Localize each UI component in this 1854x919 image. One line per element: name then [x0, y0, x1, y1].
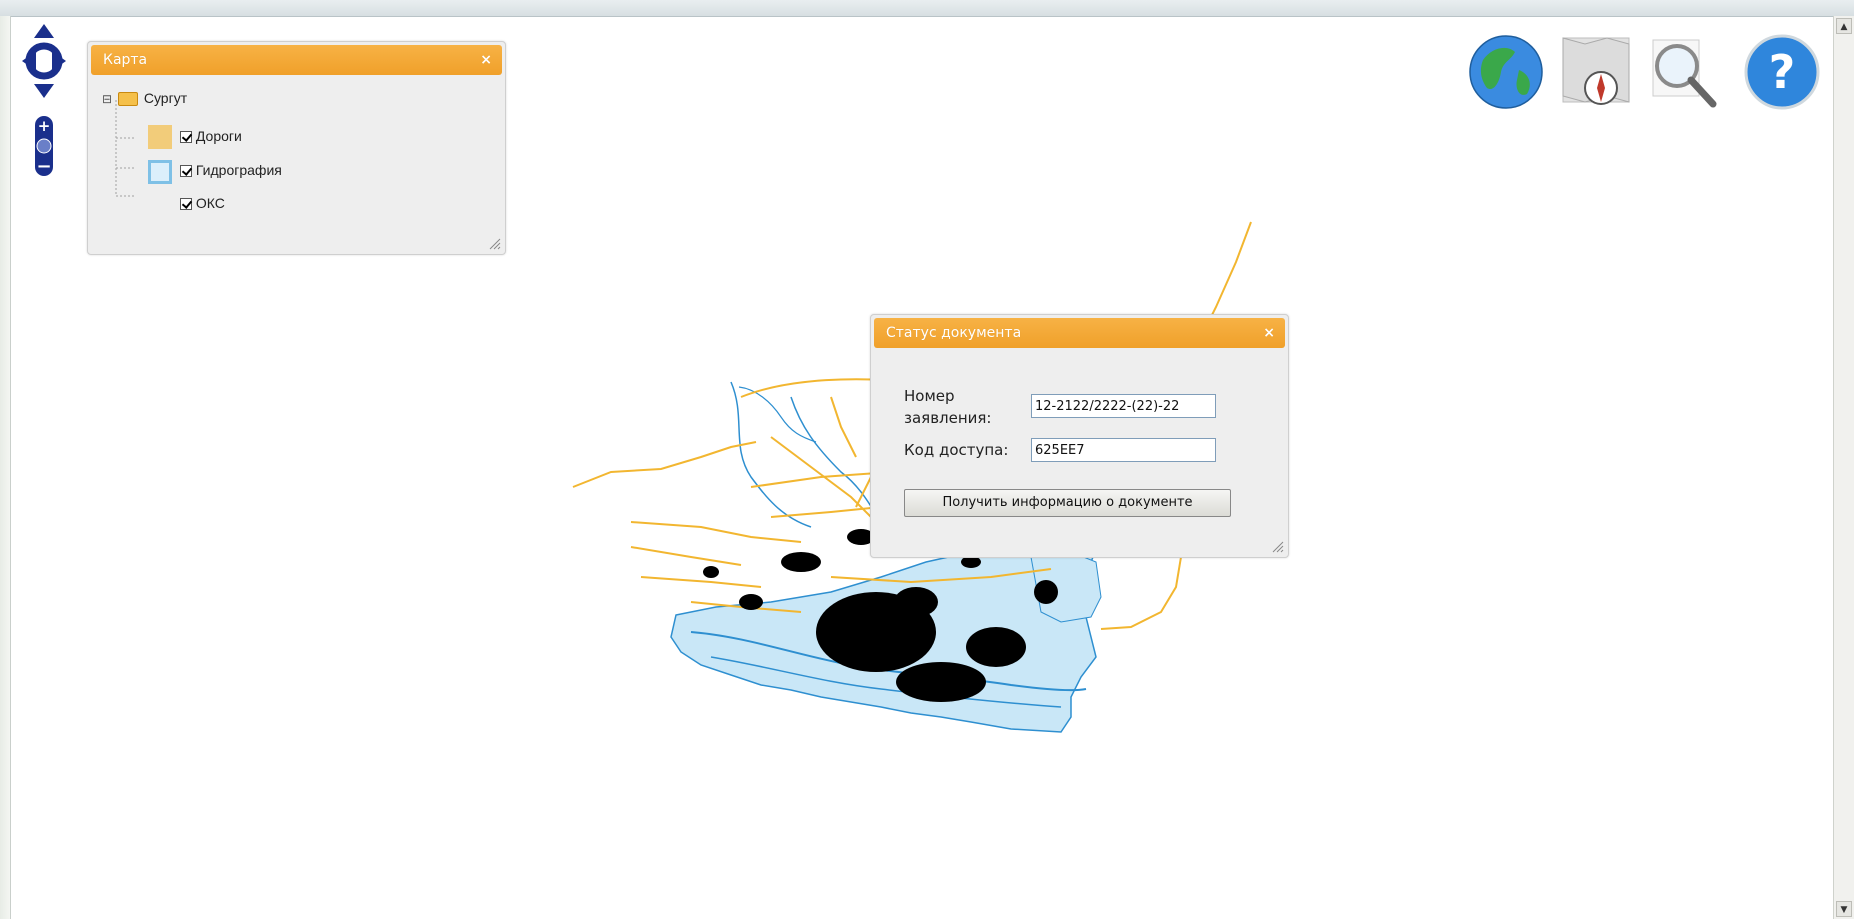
globe-button[interactable] — [1467, 30, 1545, 114]
map-compass-icon — [1562, 37, 1630, 105]
tree-root-label: Сургут — [143, 90, 188, 106]
access-code-field[interactable] — [1031, 438, 1216, 462]
pan-zoom-graphic: + − — [22, 24, 66, 177]
zoom-control: + − — [35, 116, 53, 177]
help-button[interactable]: ? — [1743, 30, 1821, 114]
layer-panel-close-icon[interactable]: × — [480, 45, 492, 75]
building-cluster-east-2 — [1034, 580, 1058, 604]
search-button[interactable] — [1645, 30, 1723, 114]
layer-panel-title: Карта — [103, 52, 148, 68]
road-southeast-highway — [1100, 556, 1182, 630]
oks-layer-label: ОКС — [195, 195, 225, 211]
tree-root-sургут[interactable]: ⊟ Сургут — [102, 90, 188, 107]
hydrography-layer-label: Гидрография — [195, 162, 282, 178]
road-west-highway — [572, 441, 757, 488]
layer-item-hydrography[interactable]: Гидрография — [180, 162, 282, 178]
application-number-label-line2: заявления: — [904, 409, 992, 427]
application-number-field[interactable] — [1031, 394, 1216, 418]
scroll-down-arrow-icon[interactable]: ▼ — [1836, 901, 1852, 917]
pan-control[interactable] — [22, 24, 66, 98]
building-cluster-south — [896, 662, 986, 702]
window-left-frame — [0, 16, 11, 919]
hydrography-legend-swatch — [148, 160, 172, 184]
river-north-tributary-2 — [790, 396, 882, 523]
map-navigation-button[interactable] — [1557, 30, 1635, 114]
building-cluster-north — [781, 552, 821, 572]
road-north-tributary — [830, 396, 857, 458]
svg-text:?: ? — [1769, 45, 1796, 99]
zoom-world-icon[interactable] — [36, 138, 52, 154]
road-west-grid — [630, 521, 802, 543]
pan-zoom-control: + − — [22, 24, 66, 184]
get-document-info-button[interactable]: Получить информацию о документе — [904, 489, 1231, 517]
help-icon: ? — [1744, 34, 1820, 110]
building-cluster-east — [966, 627, 1026, 667]
globe-icon — [1469, 35, 1543, 109]
layer-item-oks[interactable]: ОКС — [180, 195, 225, 211]
magnifier-icon — [1652, 39, 1717, 108]
application-number-label-line1: Номер — [904, 387, 955, 405]
oks-checkbox[interactable] — [180, 198, 192, 211]
document-status-header[interactable]: Статус документа × — [874, 318, 1285, 348]
road-west-grid-2 — [630, 546, 742, 566]
window-top-frame — [0, 0, 1854, 17]
roads-legend-swatch — [148, 125, 172, 149]
document-status-title: Статус документа — [886, 325, 1022, 341]
building-cluster-mid — [894, 587, 938, 617]
document-status-dialog: Статус документа × Номер заявления: Код … — [870, 314, 1289, 558]
document-status-close-icon[interactable]: × — [1263, 318, 1275, 348]
hydrography-checkbox[interactable] — [180, 165, 192, 178]
building-cluster-nw — [703, 566, 719, 578]
application-number-label: Номер заявления: — [904, 385, 991, 429]
roads-checkbox[interactable] — [180, 131, 192, 144]
layer-item-roads[interactable]: Дороги — [180, 128, 242, 144]
resize-grip-icon[interactable] — [489, 238, 501, 250]
pan-up-arrow-icon[interactable] — [34, 24, 54, 38]
scroll-up-arrow-icon[interactable]: ▲ — [1836, 18, 1852, 34]
layer-panel-header[interactable]: Карта × — [91, 45, 502, 75]
pan-down-arrow-icon[interactable] — [34, 84, 54, 98]
river-northwest-stream — [738, 386, 817, 443]
roads-layer-label: Дороги — [195, 128, 242, 144]
folder-open-icon — [117, 92, 138, 107]
resize-grip-icon[interactable] — [1272, 541, 1284, 553]
zoom-out-icon[interactable]: − — [36, 156, 51, 177]
building-cluster-west — [739, 594, 763, 610]
vertical-scrollbar[interactable]: ▲ ▼ — [1833, 16, 1854, 919]
access-code-label: Код доступа: — [904, 441, 1009, 459]
road-west-grid-3 — [640, 576, 762, 588]
tree-expander-icon[interactable]: ⊟ — [102, 92, 112, 106]
zoom-in-icon[interactable]: + — [38, 117, 51, 135]
layer-panel: Карта × ⊟ Сургут Дороги Гидрография ОКС — [87, 41, 506, 255]
